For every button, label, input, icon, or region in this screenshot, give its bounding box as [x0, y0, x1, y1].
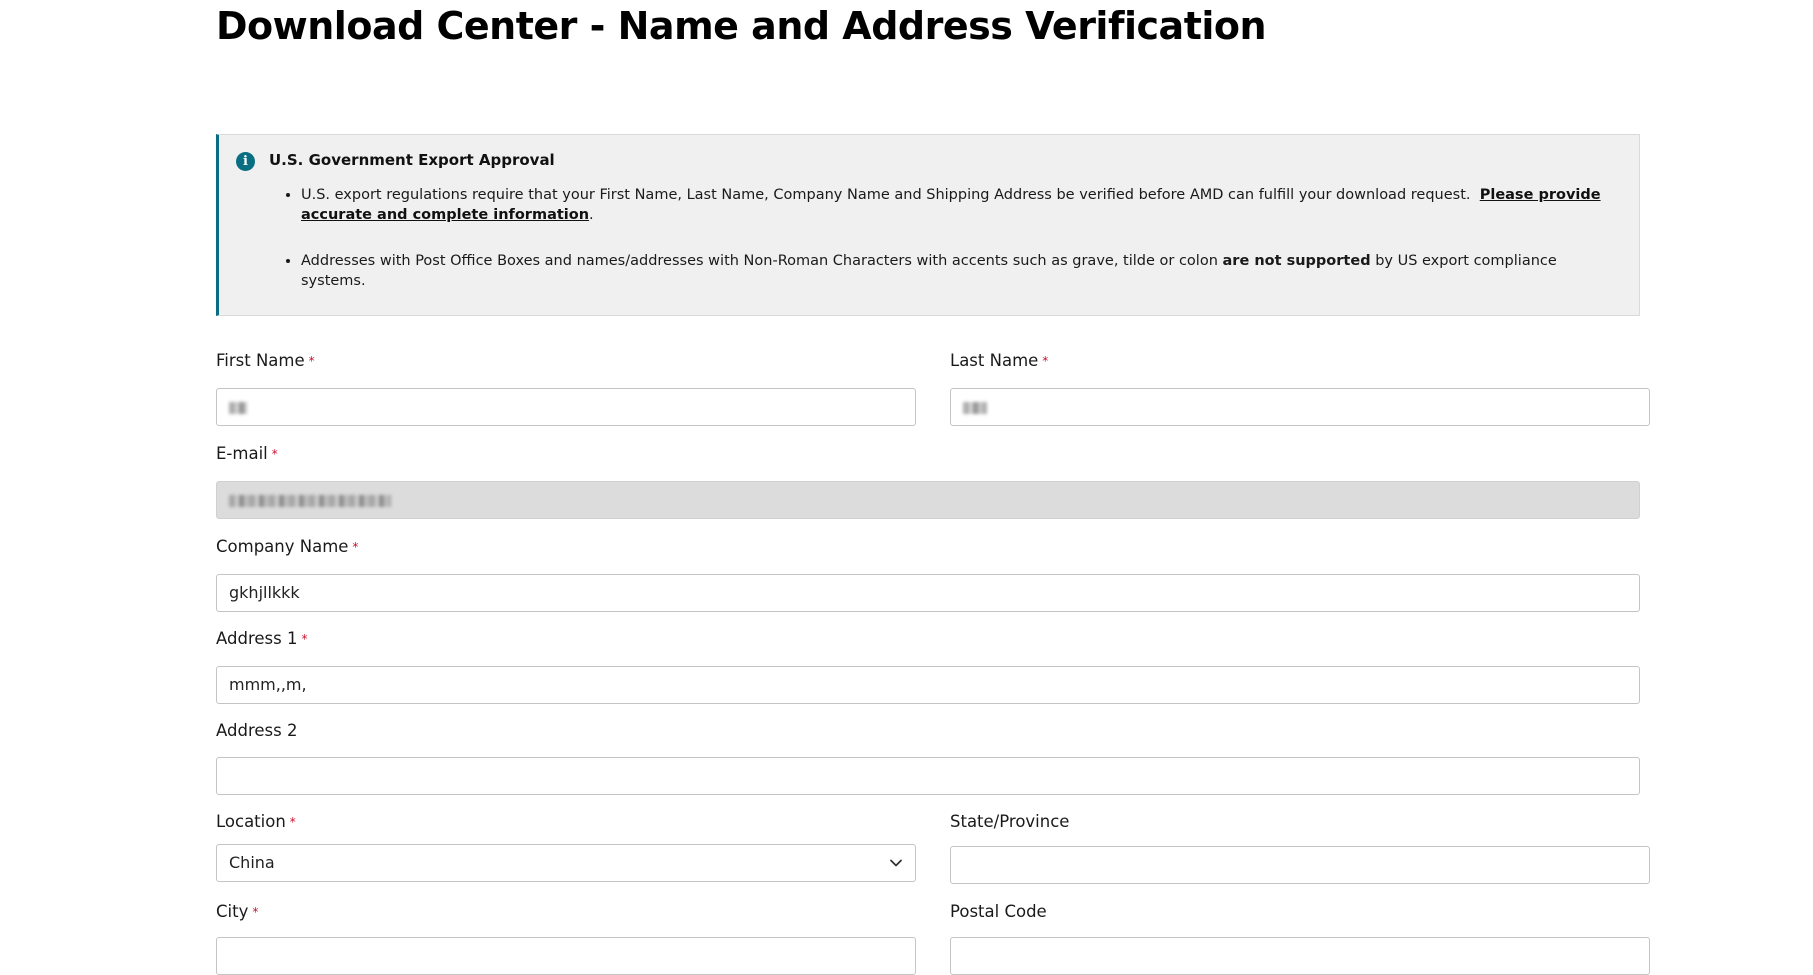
required-marker: *: [271, 447, 278, 461]
notice-bullet-unsupported-bold: are not supported: [1222, 253, 1371, 269]
address1-label-text: Address 1: [216, 629, 298, 648]
city-label: City *: [216, 902, 258, 921]
redacted-value: [229, 494, 391, 507]
last-name-input[interactable]: [950, 388, 1650, 426]
state-province-label: State/Province: [950, 812, 1070, 831]
location-selected-value: China: [229, 853, 275, 872]
postal-code-label: Postal Code: [950, 902, 1047, 921]
required-marker: *: [289, 815, 296, 829]
address2-input[interactable]: [216, 757, 1640, 795]
required-marker: *: [352, 540, 359, 554]
email-label: E-mail *: [216, 444, 278, 463]
company-name-label: Company Name *: [216, 537, 358, 556]
address1-input[interactable]: mmm,,m,: [216, 666, 1640, 704]
first-name-label-text: First Name: [216, 351, 305, 370]
page-title: Download Center - Name and Address Verif…: [216, 4, 1267, 48]
required-marker: *: [252, 905, 259, 919]
notice-title: U.S. Government Export Approval: [269, 151, 555, 169]
required-marker: *: [308, 354, 315, 368]
first-name-label: First Name *: [216, 351, 315, 370]
city-input[interactable]: [216, 937, 916, 975]
notice-bullet-unsupported-pre: Addresses with Post Office Boxes and nam…: [301, 253, 1218, 269]
location-label-text: Location: [216, 812, 286, 831]
email-label-text: E-mail: [216, 444, 268, 463]
redacted-value: [229, 401, 247, 414]
chevron-down-icon: [890, 859, 902, 867]
last-name-label-text: Last Name: [950, 351, 1039, 370]
export-approval-notice: i U.S. Government Export Approval U.S. e…: [216, 134, 1640, 316]
redacted-value: [963, 401, 987, 414]
location-label: Location *: [216, 812, 296, 831]
last-name-label: Last Name *: [950, 351, 1048, 370]
state-province-input[interactable]: [950, 846, 1650, 884]
notice-bullet-unsupported: Addresses with Post Office Boxes and nam…: [301, 251, 1621, 291]
required-marker: *: [301, 632, 308, 646]
email-field: [216, 481, 1640, 519]
first-name-input[interactable]: [216, 388, 916, 426]
notice-bullet-verification-text: U.S. export regulations require that you…: [301, 187, 1471, 203]
required-marker: *: [1042, 354, 1049, 368]
location-select[interactable]: China: [216, 844, 916, 882]
address1-label: Address 1 *: [216, 629, 307, 648]
city-label-text: City: [216, 902, 249, 921]
address2-label: Address 2: [216, 721, 298, 740]
info-icon: i: [236, 152, 255, 171]
notice-list: U.S. export regulations require that you…: [269, 185, 1621, 317]
company-name-input[interactable]: gkhjllkkk: [216, 574, 1640, 612]
notice-bullet-end: .: [589, 207, 594, 223]
company-name-label-text: Company Name: [216, 537, 349, 556]
postal-code-input[interactable]: [950, 937, 1650, 975]
notice-bullet-verification: U.S. export regulations require that you…: [301, 185, 1621, 225]
